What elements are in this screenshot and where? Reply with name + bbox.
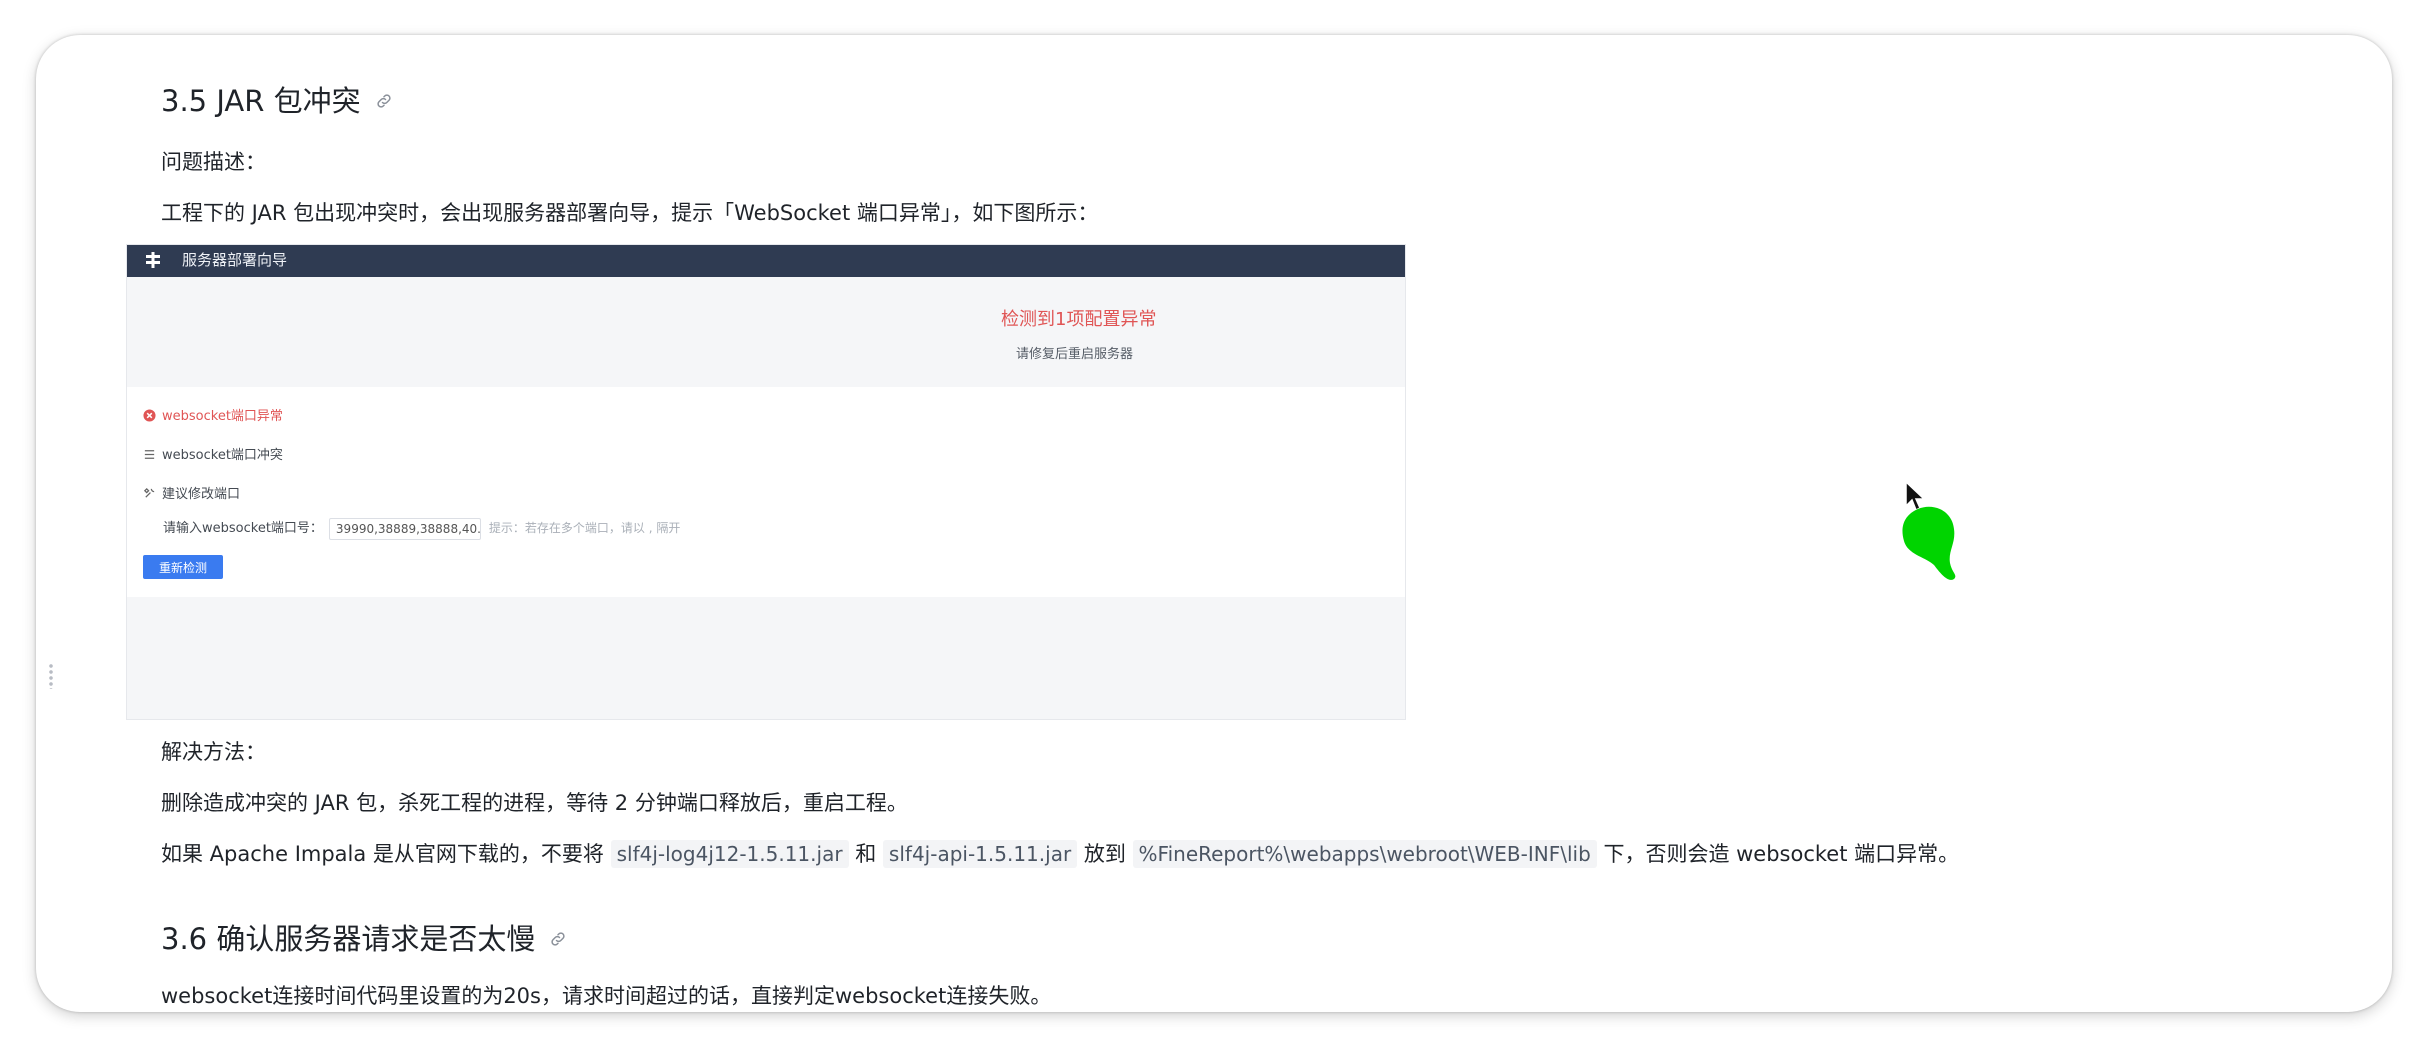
link-icon[interactable] bbox=[375, 92, 393, 110]
wizard-title: 服务器部署向导 bbox=[182, 251, 288, 269]
problem-label: 问题描述： bbox=[161, 150, 266, 174]
apache-note-prefix: 如果 Apache Impala 是从官网下载的，不要将 bbox=[161, 842, 611, 866]
link-icon[interactable] bbox=[549, 930, 567, 948]
port-input[interactable]: 39990,38889,38888,40... bbox=[328, 517, 481, 540]
heading-3-6-text: 3.6 确认服务器请求是否太慢 bbox=[161, 922, 536, 956]
code-slf4j-log4j12: slf4j-log4j12-1.5.11.jar bbox=[610, 840, 849, 868]
solution-text: 删除造成冲突的 JAR 包，杀死工程的进程，等待 2 分钟端口释放后，重启工程。 bbox=[161, 791, 908, 815]
solution-label: 解决方法： bbox=[161, 740, 266, 764]
list-icon bbox=[144, 450, 155, 459]
apache-note: 如果 Apache Impala 是从官网下载的，不要将 slf4j-log4j… bbox=[161, 839, 1959, 869]
error-item: websocket端口异常 bbox=[143, 405, 283, 424]
s36-text: websocket连接时间代码里设置的为20s，请求时间超过的话，直接判定web… bbox=[161, 984, 1052, 1008]
error-title: 检测到1项配置异常 bbox=[1001, 309, 1157, 330]
apache-note-suffix: 下，否则会造 websocket 端口异常。 bbox=[1596, 842, 1960, 866]
drag-handle[interactable] bbox=[49, 663, 53, 689]
error-banner: 检测到1项配置异常 请修复后重启服务器 bbox=[127, 277, 1405, 387]
wizard-logo-icon bbox=[146, 252, 160, 268]
port-input-row: 请输入websocket端口号： 39990,38889,38888,40... 提… bbox=[163, 517, 680, 540]
suggest-item-label: 建议修改端口 bbox=[162, 487, 241, 502]
error-item-label: websocket端口异常 bbox=[162, 409, 283, 424]
embedded-screenshot: 服务器部署向导 检测到1项配置异常 请修复后重启服务器 websocket端口异… bbox=[126, 244, 1406, 720]
conflict-item: websocket端口冲突 bbox=[143, 444, 283, 463]
port-hint: 提示：若存在多个端口，请以 , 隔开 bbox=[488, 521, 681, 535]
recheck-button[interactable]: 重新检测 bbox=[143, 555, 223, 579]
apache-note-put: 放到 bbox=[1077, 842, 1133, 866]
heading-3-6: 3.6 确认服务器请求是否太慢 bbox=[161, 916, 567, 958]
problem-text: 工程下的 JAR 包出现冲突时，会出现服务器部署向导，提示「WebSocket … bbox=[161, 201, 1099, 225]
error-subtitle: 请修复后重启服务器 bbox=[1016, 347, 1134, 362]
conflict-item-label: websocket端口冲突 bbox=[162, 448, 283, 463]
wizard-header: 服务器部署向导 bbox=[127, 245, 1405, 277]
cursor-highlight-blob bbox=[1902, 506, 1956, 580]
wrench-icon bbox=[143, 487, 155, 498]
heading-3-5: 3.5 JAR 包冲突 bbox=[161, 78, 393, 120]
apache-note-and: 和 bbox=[848, 842, 883, 866]
code-lib-path: %FineReport%\webapps\webroot\WEB-INF\lib bbox=[1132, 840, 1597, 868]
error-circle-icon bbox=[143, 409, 156, 422]
heading-3-5-text: 3.5 JAR 包冲突 bbox=[161, 84, 361, 118]
document-window: 3.5 JAR 包冲突 问题描述： 工程下的 JAR 包出现冲突时，会出现服务器… bbox=[36, 35, 2392, 1012]
code-slf4j-api: slf4j-api-1.5.11.jar bbox=[882, 840, 1078, 868]
error-detail-panel: websocket端口异常 websocket端口冲突 建议修改端口 请输入we… bbox=[127, 387, 1405, 597]
suggest-item: 建议修改端口 bbox=[143, 483, 240, 502]
port-label: 请输入websocket端口号： bbox=[163, 521, 323, 536]
